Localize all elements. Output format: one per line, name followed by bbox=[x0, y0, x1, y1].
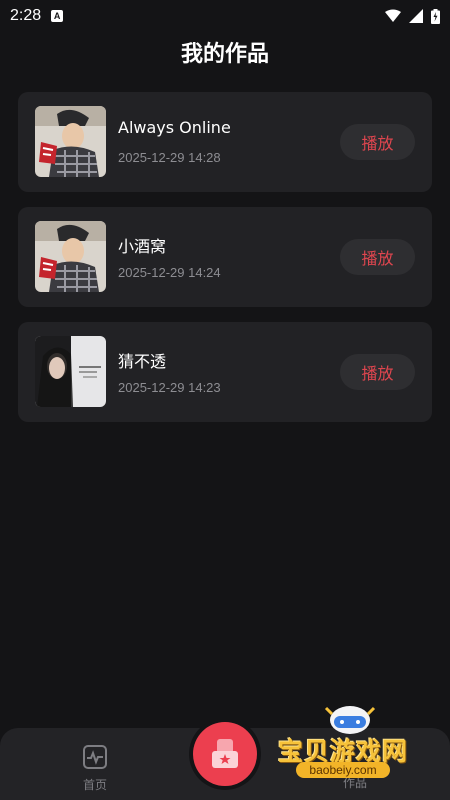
tab-home-label: 首页 bbox=[82, 778, 107, 792]
cellular-signal-icon bbox=[409, 9, 423, 23]
status-icons bbox=[385, 8, 440, 24]
work-date: 2025-12-29 14:23 bbox=[118, 380, 221, 395]
status-left: 2:28 A bbox=[10, 7, 64, 25]
works-list: Always Online 2025-12-29 14:28 播放 小酒窝 20… bbox=[18, 92, 432, 437]
work-card[interactable]: Always Online 2025-12-29 14:28 播放 bbox=[18, 92, 432, 192]
gamepad-mascot-icon bbox=[324, 706, 376, 734]
record-star-icon bbox=[212, 739, 238, 768]
page-title: 我的作品 bbox=[180, 42, 269, 67]
battery-icon bbox=[431, 8, 440, 24]
watermark-url: baobeiy.com bbox=[296, 762, 390, 778]
work-card[interactable]: 小酒窝 2025-12-29 14:24 播放 bbox=[18, 207, 432, 307]
create-button[interactable] bbox=[193, 722, 257, 786]
work-date: 2025-12-29 14:28 bbox=[118, 150, 221, 165]
status-time: 2:28 bbox=[10, 7, 42, 24]
wifi-icon bbox=[385, 9, 401, 22]
status-bar: 2:28 A bbox=[0, 0, 450, 32]
watermark-logo: 宝贝游戏网 baobeiy.com bbox=[270, 700, 440, 790]
play-button[interactable]: 播放 bbox=[340, 239, 415, 275]
play-button[interactable]: 播放 bbox=[340, 124, 415, 160]
work-title: 猜不透 bbox=[118, 352, 167, 371]
album-cover-icon bbox=[35, 336, 106, 407]
play-button[interactable]: 播放 bbox=[340, 354, 415, 390]
tab-home[interactable]: 首页 bbox=[60, 744, 130, 793]
home-pulse-icon bbox=[83, 745, 107, 769]
album-cover-icon bbox=[35, 221, 106, 292]
work-title: Always Online bbox=[118, 118, 231, 137]
work-date: 2025-12-29 14:24 bbox=[118, 265, 221, 280]
work-title: 小酒窝 bbox=[118, 237, 167, 256]
a-icon: A bbox=[51, 10, 64, 22]
work-card[interactable]: 猜不透 2025-12-29 14:23 播放 bbox=[18, 322, 432, 422]
album-cover-icon bbox=[35, 106, 106, 177]
